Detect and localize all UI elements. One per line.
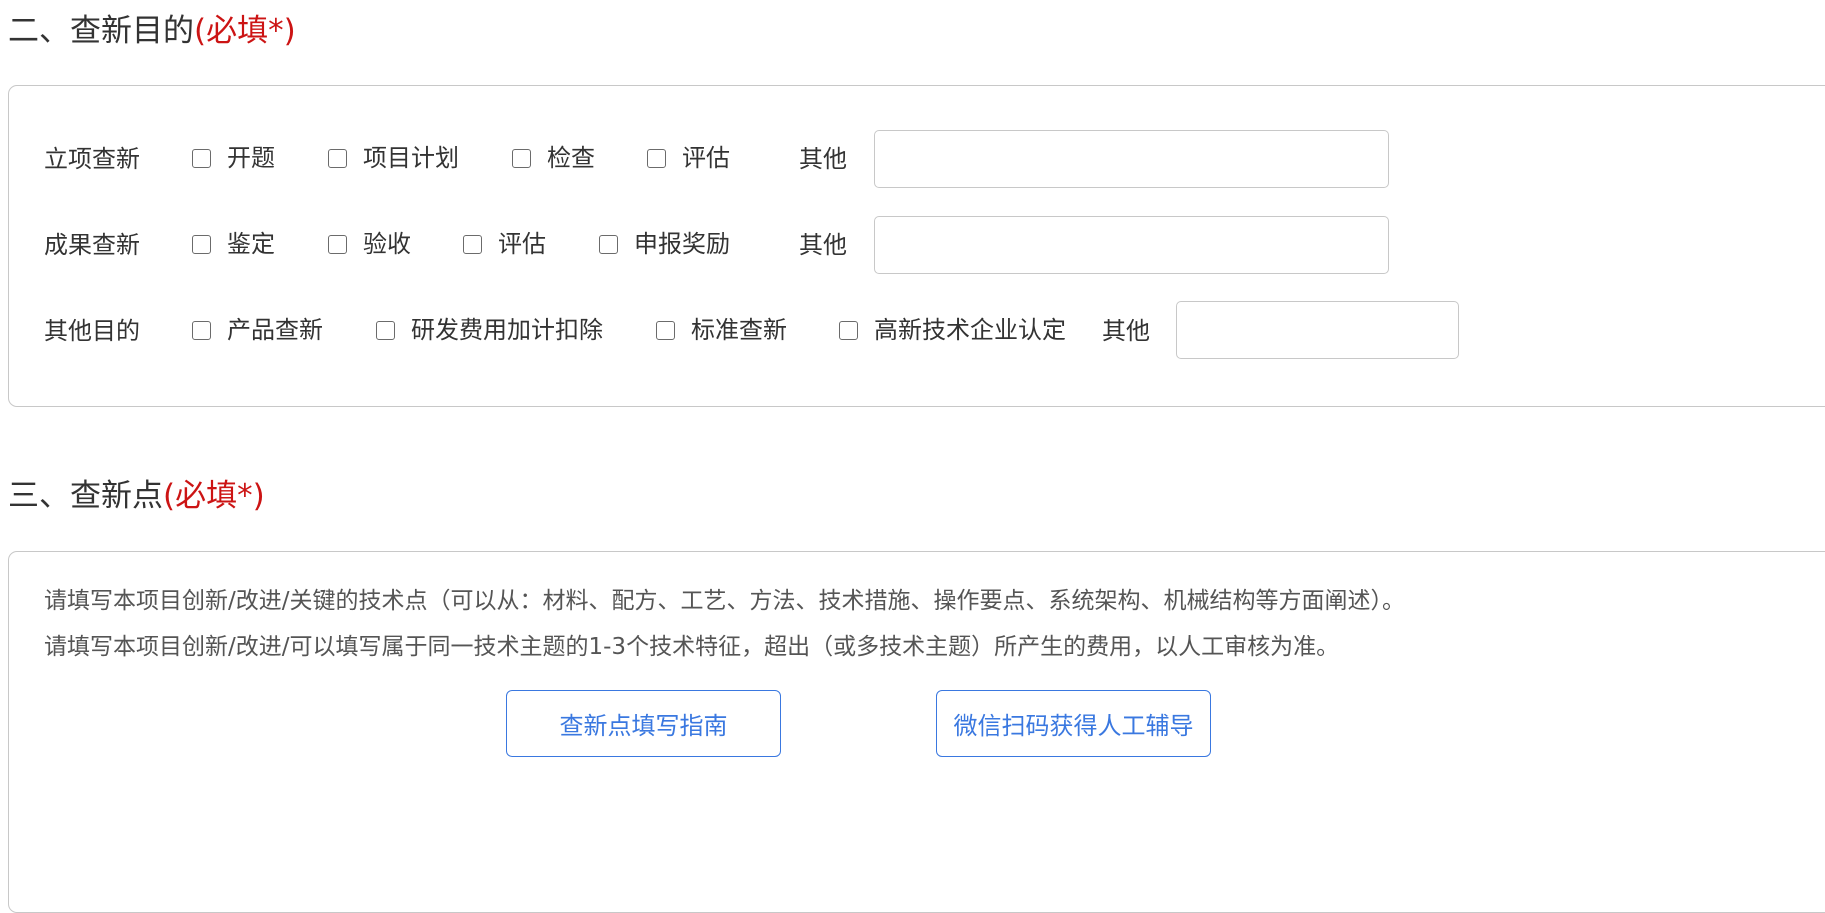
required-marker: (必填*) [194,13,296,49]
checkbox-label: 评估 [498,230,546,258]
checkbox-box[interactable] [463,234,482,254]
checkbox-box[interactable] [376,320,395,340]
checkbox-project-plan[interactable]: 项目计划 [328,146,459,170]
checkbox-label: 产品查新 [227,316,323,344]
other-label: 其他 [1102,317,1150,345]
other-label: 其他 [799,231,847,259]
other-label: 其他 [799,145,847,173]
checkbox-box[interactable] [192,148,211,168]
checkbox-box[interactable] [656,320,675,340]
checkbox-box[interactable] [328,234,347,254]
checkbox-box[interactable] [512,148,531,168]
hint-line-2: 请填写本项目创新/改进/可以填写属于同一技术主题的1-3个技术特征，超出（或多技… [44,634,1340,660]
checkbox-rd-deduction[interactable]: 研发费用加计扣除 [376,318,603,342]
checkbox-acceptance[interactable]: 验收 [328,232,411,256]
guide-button[interactable]: 查新点填写指南 [506,690,781,757]
achievement-other-input[interactable] [874,216,1389,274]
section-purpose-title: 二、查新目的(必填*) [8,16,296,47]
checkbox-high-tech-cert[interactable]: 高新技术企业认定 [839,318,1066,342]
checkbox-award-application[interactable]: 申报奖励 [599,232,730,256]
row-label-achievement: 成果查新 [44,231,140,259]
checkbox-evaluation-2[interactable]: 评估 [463,232,546,256]
checkbox-appraisal[interactable]: 鉴定 [192,232,275,256]
checkbox-label: 项目计划 [363,144,459,172]
checkbox-box[interactable] [192,320,211,340]
checkbox-label: 检查 [547,144,595,172]
checkbox-box[interactable] [599,234,618,254]
row-label-other-purpose: 其他目的 [44,317,140,345]
row-label-project: 立项查新 [44,145,140,173]
purpose-panel: 立项查新 开题 项目计划 检查 评估 其他 成果查新 鉴定 验收 评估 申报奖励… [8,85,1825,407]
other-purpose-other-input[interactable] [1176,301,1459,359]
wechat-assist-button[interactable]: 微信扫码获得人工辅导 [936,690,1211,757]
section-points-title: 三、查新点(必填*) [8,481,265,512]
checkbox-label: 高新技术企业认定 [874,316,1066,344]
checkbox-label: 研发费用加计扣除 [411,316,603,344]
points-panel: 请填写本项目创新/改进/关键的技术点（可以从：材料、配方、工艺、方法、技术措施、… [8,551,1825,913]
hint-line-1: 请填写本项目创新/改进/关键的技术点（可以从：材料、配方、工艺、方法、技术措施、… [44,588,1405,614]
checkbox-box[interactable] [328,148,347,168]
checkbox-evaluation[interactable]: 评估 [647,146,730,170]
checkbox-standard-search[interactable]: 标准查新 [656,318,787,342]
checkbox-label: 申报奖励 [634,230,730,258]
checkbox-box[interactable] [647,148,666,168]
checkbox-label: 验收 [363,230,411,258]
checkbox-box[interactable] [839,320,858,340]
checkbox-label: 标准查新 [691,316,787,344]
checkbox-kaiti[interactable]: 开题 [192,146,275,170]
required-marker: (必填*) [163,478,265,514]
checkbox-box[interactable] [192,234,211,254]
section-points-title-text: 三、查新点 [8,478,163,514]
checkbox-label: 评估 [682,144,730,172]
project-other-input[interactable] [874,130,1389,188]
checkbox-label: 鉴定 [227,230,275,258]
checkbox-label: 开题 [227,144,275,172]
checkbox-inspection[interactable]: 检查 [512,146,595,170]
checkbox-product-search[interactable]: 产品查新 [192,318,323,342]
section-purpose-title-text: 二、查新目的 [8,13,194,49]
